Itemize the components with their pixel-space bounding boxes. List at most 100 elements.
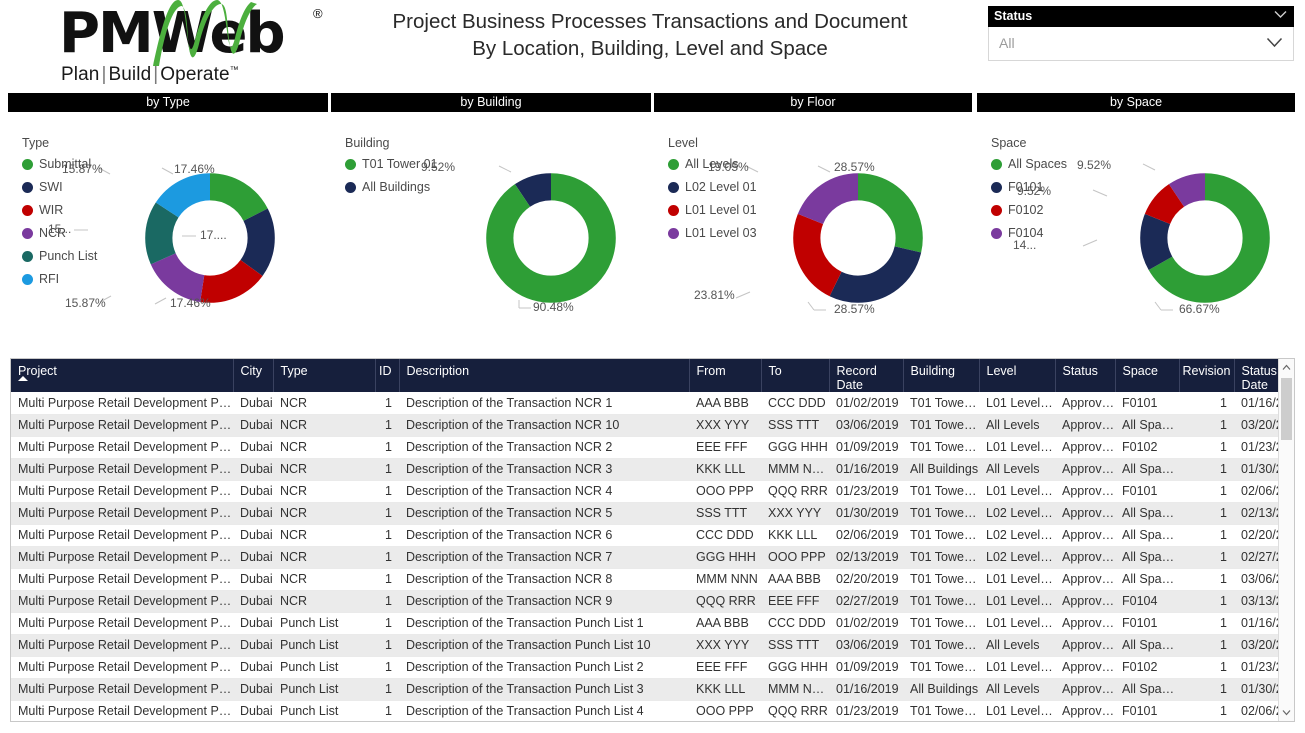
table-column-header[interactable]: Type	[273, 359, 375, 392]
donut-chart-by-type[interactable]: 17.46% 17.... 17.46% 15.87% 15... 15.87%	[130, 158, 290, 323]
table-cell: CCC DDD	[761, 392, 829, 414]
scrollbar-thumb[interactable]	[1281, 378, 1292, 440]
tagline-operate: Operate	[160, 64, 229, 85]
table-cell: Dubai	[233, 502, 273, 524]
table-cell: 1	[375, 458, 399, 480]
table-cell: Dubai	[233, 634, 273, 656]
table-column-header[interactable]: Description	[399, 359, 689, 392]
table-row[interactable]: Multi Purpose Retail Development Project…	[11, 656, 1295, 678]
table-row[interactable]: Multi Purpose Retail Development Project…	[11, 436, 1295, 458]
table-cell: CCC DDD	[761, 612, 829, 634]
transactions-table: ProjectCityTypeIDDescriptionFromToRecord…	[11, 359, 1295, 722]
table-cell: Dubai	[233, 392, 273, 414]
panel-body-by-floor: Level All Levels L02 Level 01 L01 Level …	[654, 112, 972, 341]
table-row[interactable]: Multi Purpose Retail Development Project…	[11, 480, 1295, 502]
table-cell: Description of the Transaction NCR 2	[399, 436, 689, 458]
table-cell: L01 Level 01	[979, 612, 1055, 634]
chevron-up-icon[interactable]	[1279, 359, 1294, 376]
panel-by-building: by Building Building T01 Tower 01 All Bu…	[331, 93, 651, 341]
page-title-line2: By Location, Building, Level and Space	[360, 35, 940, 62]
table-cell: T01 Tower 01	[903, 392, 979, 414]
table-cell: 1	[1179, 392, 1234, 414]
table-column-header[interactable]: Space	[1115, 359, 1179, 392]
table-cell: Description of the Transaction NCR 10	[399, 414, 689, 436]
chevron-down-icon[interactable]	[1274, 10, 1287, 19]
table-row[interactable]: Multi Purpose Retail Development Project…	[11, 634, 1295, 656]
table-cell: NCR	[273, 392, 375, 414]
table-cell: Multi Purpose Retail Development Project	[11, 392, 233, 414]
table-cell: NCR	[273, 480, 375, 502]
table-row[interactable]: Multi Purpose Retail Development Project…	[11, 590, 1295, 612]
table-column-header[interactable]: Status	[1055, 359, 1115, 392]
table-column-header[interactable]: From	[689, 359, 761, 392]
table-cell: SSS TTT	[689, 502, 761, 524]
table-cell: L01 Level 01	[979, 656, 1055, 678]
table-column-header[interactable]: Project	[11, 359, 233, 392]
table-column-header[interactable]: City	[233, 359, 273, 392]
table-row[interactable]: Multi Purpose Retail Development Project…	[11, 678, 1295, 700]
table-cell: Dubai	[233, 656, 273, 678]
donut-value-label: 19.05%	[708, 160, 749, 174]
table-cell: All Buildings	[903, 458, 979, 480]
table-header-row: ProjectCityTypeIDDescriptionFromToRecord…	[11, 359, 1295, 392]
table-row[interactable]: Multi Purpose Retail Development Project…	[11, 546, 1295, 568]
table-row[interactable]: Multi Purpose Retail Development Project…	[11, 458, 1295, 480]
table-column-header[interactable]: Record Date	[829, 359, 903, 392]
table-cell: NCR	[273, 524, 375, 546]
table-cell: Approved	[1055, 634, 1115, 656]
status-filter-header[interactable]: Status	[988, 6, 1294, 27]
donut-chart-by-space[interactable]: 66.67% 14... 9.52% 9.52%	[1125, 158, 1285, 323]
table-cell: Description of the Transaction NCR 1	[399, 392, 689, 414]
table-column-header[interactable]: To	[761, 359, 829, 392]
table-column-header[interactable]: Level	[979, 359, 1055, 392]
table-row[interactable]: Multi Purpose Retail Development Project…	[11, 502, 1295, 524]
table-cell: Punch List	[273, 678, 375, 700]
donut-value-label: 17.46%	[174, 162, 215, 176]
table-row[interactable]: Multi Purpose Retail Development Project…	[11, 524, 1295, 546]
table-cell: 01/23/2019	[829, 700, 903, 722]
table-row[interactable]: Multi Purpose Retail Development Project…	[11, 700, 1295, 722]
table-cell: Description of the Transaction NCR 3	[399, 458, 689, 480]
table-vertical-scrollbar[interactable]	[1278, 359, 1294, 721]
table-cell: 02/06/2019	[829, 524, 903, 546]
table-row[interactable]: Multi Purpose Retail Development Project…	[11, 414, 1295, 436]
table-cell: L02 Level 01	[979, 524, 1055, 546]
table-cell: Multi Purpose Retail Development Project	[11, 590, 233, 612]
table-cell: 01/16/2019	[829, 678, 903, 700]
table-cell: Multi Purpose Retail Development Project	[11, 656, 233, 678]
transactions-table-container[interactable]: ProjectCityTypeIDDescriptionFromToRecord…	[10, 358, 1295, 722]
table-column-header[interactable]: Building	[903, 359, 979, 392]
table-cell: 1	[1179, 612, 1234, 634]
table-cell: 1	[375, 436, 399, 458]
table-cell: Description of the Transaction Punch Lis…	[399, 634, 689, 656]
table-cell: GGG HHH	[761, 436, 829, 458]
table-cell: All Spaces	[1115, 458, 1179, 480]
table-column-header[interactable]: ID	[375, 359, 399, 392]
table-cell: 1	[1179, 436, 1234, 458]
table-cell: NCR	[273, 414, 375, 436]
table-cell: T01 Tower 01	[903, 590, 979, 612]
table-cell: 1	[375, 546, 399, 568]
donut-chart-by-floor[interactable]: 28.57% 28.57% 23.81% 19.05%	[778, 158, 938, 323]
chevron-down-icon[interactable]	[1266, 37, 1283, 48]
status-filter-dropdown[interactable]: All	[988, 27, 1294, 61]
table-cell: All Buildings	[903, 678, 979, 700]
status-filter[interactable]: Status All	[988, 6, 1294, 61]
donut-chart-by-building[interactable]: 9.52% 90.48%	[471, 158, 631, 323]
table-cell: Approved	[1055, 700, 1115, 722]
donut-value-label: 15...	[48, 222, 71, 236]
table-cell: Multi Purpose Retail Development Project	[11, 568, 233, 590]
panel-by-space: by Space Space All Spaces F0101 F0102 F0…	[977, 93, 1295, 341]
table-cell: 02/27/2019	[829, 590, 903, 612]
table-column-header[interactable]: Revision	[1179, 359, 1234, 392]
table-cell: 1	[1179, 480, 1234, 502]
table-cell: Description of the Transaction NCR 5	[399, 502, 689, 524]
chevron-down-icon[interactable]	[1279, 704, 1294, 721]
table-row[interactable]: Multi Purpose Retail Development Project…	[11, 612, 1295, 634]
table-cell: Approved	[1055, 414, 1115, 436]
donut-value-label: 66.67%	[1179, 302, 1220, 316]
table-cell: Multi Purpose Retail Development Project	[11, 436, 233, 458]
table-row[interactable]: Multi Purpose Retail Development Project…	[11, 392, 1295, 414]
table-row[interactable]: Multi Purpose Retail Development Project…	[11, 568, 1295, 590]
table-cell: OOO PPP	[689, 480, 761, 502]
